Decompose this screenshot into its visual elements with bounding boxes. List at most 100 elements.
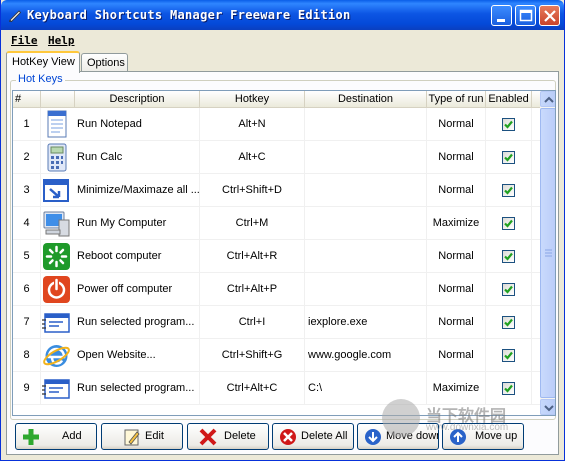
row-hotkey: Ctrl+Shift+G	[200, 339, 305, 372]
row-type-of-run: Normal	[427, 108, 486, 141]
row-type-of-run: Normal	[427, 174, 486, 207]
edit-icon	[122, 427, 142, 447]
enabled-checkbox[interactable]	[502, 217, 515, 230]
row-description: Run selected program...	[75, 372, 200, 405]
column-type-of-run[interactable]: Type of run	[427, 91, 486, 108]
column-enabled[interactable]: Enabled	[486, 91, 532, 108]
scroll-thumb[interactable]	[540, 108, 555, 398]
row-number: 3	[13, 174, 41, 207]
enabled-checkbox[interactable]	[502, 151, 515, 164]
row-type-of-run: Normal	[427, 240, 486, 273]
reboot-icon	[41, 241, 72, 272]
row-description: Run My Computer	[75, 207, 200, 240]
delete-button[interactable]: Delete	[187, 423, 269, 450]
row-hotkey: Ctrl+Alt+P	[200, 273, 305, 306]
plus-icon	[21, 427, 41, 447]
enabled-checkbox[interactable]	[502, 118, 515, 131]
delete-all-button[interactable]: Delete All	[272, 423, 354, 450]
menu-help[interactable]: Help	[48, 34, 75, 47]
row-hotkey: Alt+N	[200, 108, 305, 141]
menu-file[interactable]: File	[11, 34, 38, 47]
row-destination	[305, 273, 427, 306]
menu-help-label: Help	[48, 34, 75, 47]
enabled-checkbox[interactable]	[502, 382, 515, 395]
row-destination: www.google.com	[305, 339, 427, 372]
vertical-scrollbar[interactable]	[540, 91, 555, 415]
row-type-of-run: Maximize	[427, 207, 486, 240]
row-type-of-run: Normal	[427, 306, 486, 339]
delete-x-icon	[198, 427, 218, 447]
row-destination	[305, 141, 427, 174]
row-type-of-run: Normal	[427, 273, 486, 306]
table-header: # Description Hotkey Destination Type of…	[13, 91, 540, 108]
table-row[interactable]: 2 Run Calc Alt+C Normal	[13, 141, 540, 174]
close-icon	[544, 10, 556, 22]
row-description: Run selected program...	[75, 306, 200, 339]
enabled-checkbox[interactable]	[502, 316, 515, 329]
column-description[interactable]: Description	[75, 91, 200, 108]
enabled-checkbox[interactable]	[502, 250, 515, 263]
arrow-down-icon	[363, 427, 383, 447]
close-button[interactable]	[539, 5, 560, 26]
minimize-icon	[497, 19, 505, 22]
menu-file-label: File	[11, 34, 38, 47]
calculator-icon	[41, 142, 72, 173]
table-row[interactable]: 7 Run selected program... Ctrl+I iexplore.e…	[13, 306, 540, 339]
delete-button-label: Delete	[224, 430, 256, 442]
column-number[interactable]: #	[13, 91, 41, 108]
row-description: Power off computer	[75, 273, 200, 306]
maximize-button[interactable]	[515, 5, 536, 26]
row-hotkey: Alt+C	[200, 141, 305, 174]
row-number: 5	[13, 240, 41, 273]
tab-options-label: Options	[87, 57, 125, 69]
row-type-of-run: Normal	[427, 339, 486, 372]
internet-explorer-icon	[41, 340, 72, 371]
add-button[interactable]: Add	[15, 423, 97, 450]
edit-button[interactable]: Edit	[101, 423, 183, 450]
row-destination	[305, 174, 427, 207]
column-icon	[41, 91, 75, 108]
notepad-icon	[41, 109, 72, 140]
watermark-url: www.downxia.com	[426, 422, 509, 433]
group-label: Hot Keys	[16, 73, 65, 85]
row-description: Open Website...	[75, 339, 200, 372]
tab-hotkey-view-label: HotKey View	[12, 56, 75, 68]
row-hotkey: Ctrl+M	[200, 207, 305, 240]
add-button-label: Add	[62, 430, 82, 442]
delete-all-button-label: Delete All	[301, 430, 348, 442]
tab-hotkey-view[interactable]: HotKey View	[6, 51, 80, 73]
minimize-button[interactable]	[491, 5, 512, 26]
delete-all-icon	[278, 427, 298, 447]
table-row[interactable]: 5 Reboot computer Ctrl+Alt+R Normal	[13, 240, 540, 273]
scroll-up-button[interactable]	[540, 91, 555, 107]
row-hotkey: Ctrl+Alt+R	[200, 240, 305, 273]
enabled-checkbox[interactable]	[502, 283, 515, 296]
enabled-checkbox[interactable]	[502, 184, 515, 197]
enabled-checkbox[interactable]	[502, 349, 515, 362]
maximize-icon	[519, 9, 533, 22]
table-row[interactable]: 8 Open Website... Ctrl+Shift+G www.google.c…	[13, 339, 540, 372]
row-hotkey: Ctrl+I	[200, 306, 305, 339]
tab-options[interactable]: Options	[81, 53, 128, 72]
row-number: 7	[13, 306, 41, 339]
column-hotkey[interactable]: Hotkey	[200, 91, 305, 108]
watermark: 当下软件园 www.downxia.com	[382, 399, 552, 439]
title-bar[interactable]: Keyboard Shortcuts Manager Freeware Edit…	[1, 0, 564, 30]
row-destination	[305, 240, 427, 273]
row-destination: iexplore.exe	[305, 306, 427, 339]
run-program-icon	[41, 307, 72, 338]
row-description: Run Calc	[75, 141, 200, 174]
edit-button-label: Edit	[145, 430, 164, 442]
menu-bar: File Help	[2, 30, 564, 50]
table-row[interactable]: 6 Power off computer Ctrl+Alt+P Normal	[13, 273, 540, 306]
table-row[interactable]: 1 Run Notepad Alt+N Normal	[13, 108, 540, 141]
row-number: 2	[13, 141, 41, 174]
table-row[interactable]: 3 Minimize/Maximaze all ... Ctrl+Shift+D No…	[13, 174, 540, 207]
row-description: Run Notepad	[75, 108, 200, 141]
column-destination[interactable]: Destination	[305, 91, 427, 108]
row-number: 8	[13, 339, 41, 372]
table-row[interactable]: 4 Run My Computer Ctrl+M Maximize	[13, 207, 540, 240]
row-number: 6	[13, 273, 41, 306]
row-destination	[305, 207, 427, 240]
chevron-up-icon	[544, 96, 554, 103]
